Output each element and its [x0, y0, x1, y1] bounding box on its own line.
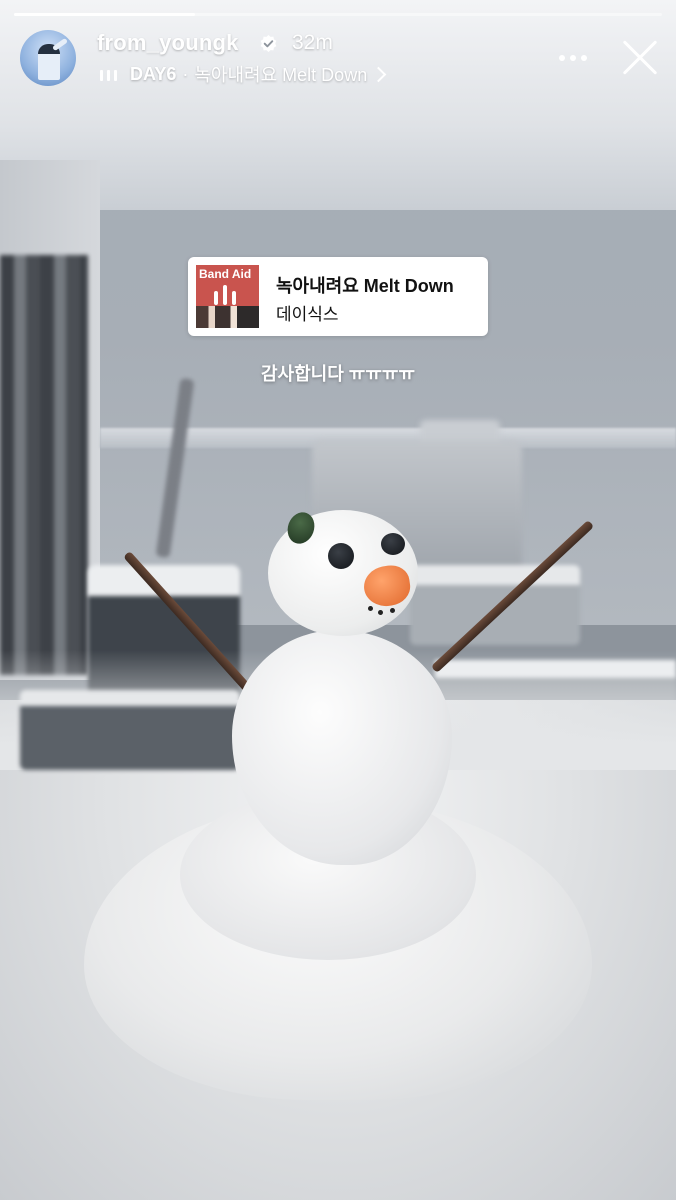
music-attribution[interactable]: DAY6 · 녹아내려요 Melt Down — [100, 62, 387, 86]
snowman-mouth-dot — [368, 606, 373, 611]
album-art: Band Aid — [196, 265, 259, 328]
snowman-left-arm — [123, 550, 257, 699]
story-caption: 감사합니다 ㅠㅠㅠㅠ — [260, 364, 416, 384]
more-icon — [559, 55, 565, 61]
more-icon-dot — [581, 55, 587, 61]
story-progress-bar — [14, 13, 662, 16]
chevron-right-icon — [370, 66, 387, 82]
snowman-mouth-dot — [378, 610, 383, 615]
album-cover-photo — [196, 306, 259, 328]
music-separator: · — [182, 63, 189, 84]
sticker-song-title: 녹아내려요 Melt Down — [276, 276, 454, 296]
avatar-arm — [52, 37, 68, 52]
more-button[interactable] — [556, 46, 590, 70]
snowman — [0, 0, 676, 1200]
snowman-right-eye — [381, 533, 405, 555]
story-viewer[interactable]: from_youngk 32m DAY6 · 녹아내려요 Melt Down B… — [0, 0, 676, 1200]
snowman-mouth-dot — [390, 608, 395, 613]
snowman-left-eye — [328, 543, 354, 569]
username[interactable]: from_youngk — [97, 30, 239, 56]
post-time: 32m — [292, 31, 333, 54]
avatar[interactable] — [20, 30, 76, 86]
music-bars-icon — [100, 67, 118, 81]
music-song: 녹아내려요 Melt Down — [194, 65, 368, 85]
snowman-right-arm — [430, 519, 595, 674]
music-artist: DAY6 — [130, 63, 177, 84]
story-progress-fill — [14, 13, 196, 16]
more-icon-dot — [570, 55, 576, 61]
music-sticker[interactable]: Band Aid 녹아내려요 Melt Down 데이식스 — [188, 257, 488, 336]
album-bars-icon — [214, 285, 236, 305]
close-button[interactable] — [620, 38, 660, 78]
verified-badge-icon — [260, 34, 277, 53]
sticker-artist: 데이식스 — [276, 305, 339, 324]
album-title: Band Aid — [199, 267, 252, 281]
